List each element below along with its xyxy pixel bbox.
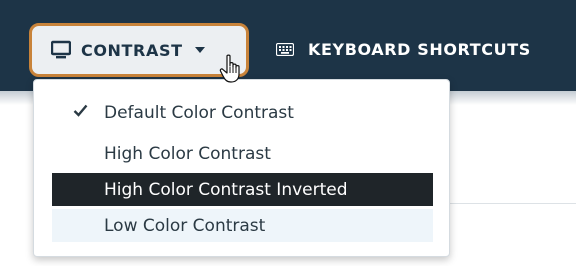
- menu-item-label: Default Color Contrast: [104, 102, 294, 123]
- content-divider: [430, 203, 576, 204]
- menu-item-high-color-contrast-inverted[interactable]: High Color Contrast Inverted: [52, 173, 433, 206]
- contrast-dropdown-menu: Default Color Contrast High Color Contra…: [33, 79, 450, 257]
- checkmark-icon: [73, 104, 88, 117]
- hand-pointer-cursor: [219, 54, 240, 83]
- keyboard-shortcuts-label: KEYBOARD SHORTCUTS: [308, 39, 531, 59]
- caret-down-icon: [194, 47, 205, 53]
- keyboard-icon: [276, 42, 294, 56]
- menu-item-label: High Color Contrast: [104, 143, 271, 164]
- menu-item-low-color-contrast[interactable]: Low Color Contrast: [52, 209, 433, 242]
- contrast-button[interactable]: CONTRAST: [29, 23, 249, 77]
- menu-item-high-color-contrast[interactable]: High Color Contrast: [52, 137, 433, 170]
- menu-item-default-color-contrast[interactable]: Default Color Contrast: [52, 96, 433, 129]
- menu-item-label: High Color Contrast Inverted: [104, 179, 348, 200]
- monitor-icon: [51, 40, 71, 59]
- menu-item-label: Low Color Contrast: [104, 215, 266, 236]
- keyboard-shortcuts-button[interactable]: KEYBOARD SHORTCUTS: [276, 38, 531, 60]
- contrast-button-label: CONTRAST: [81, 40, 183, 60]
